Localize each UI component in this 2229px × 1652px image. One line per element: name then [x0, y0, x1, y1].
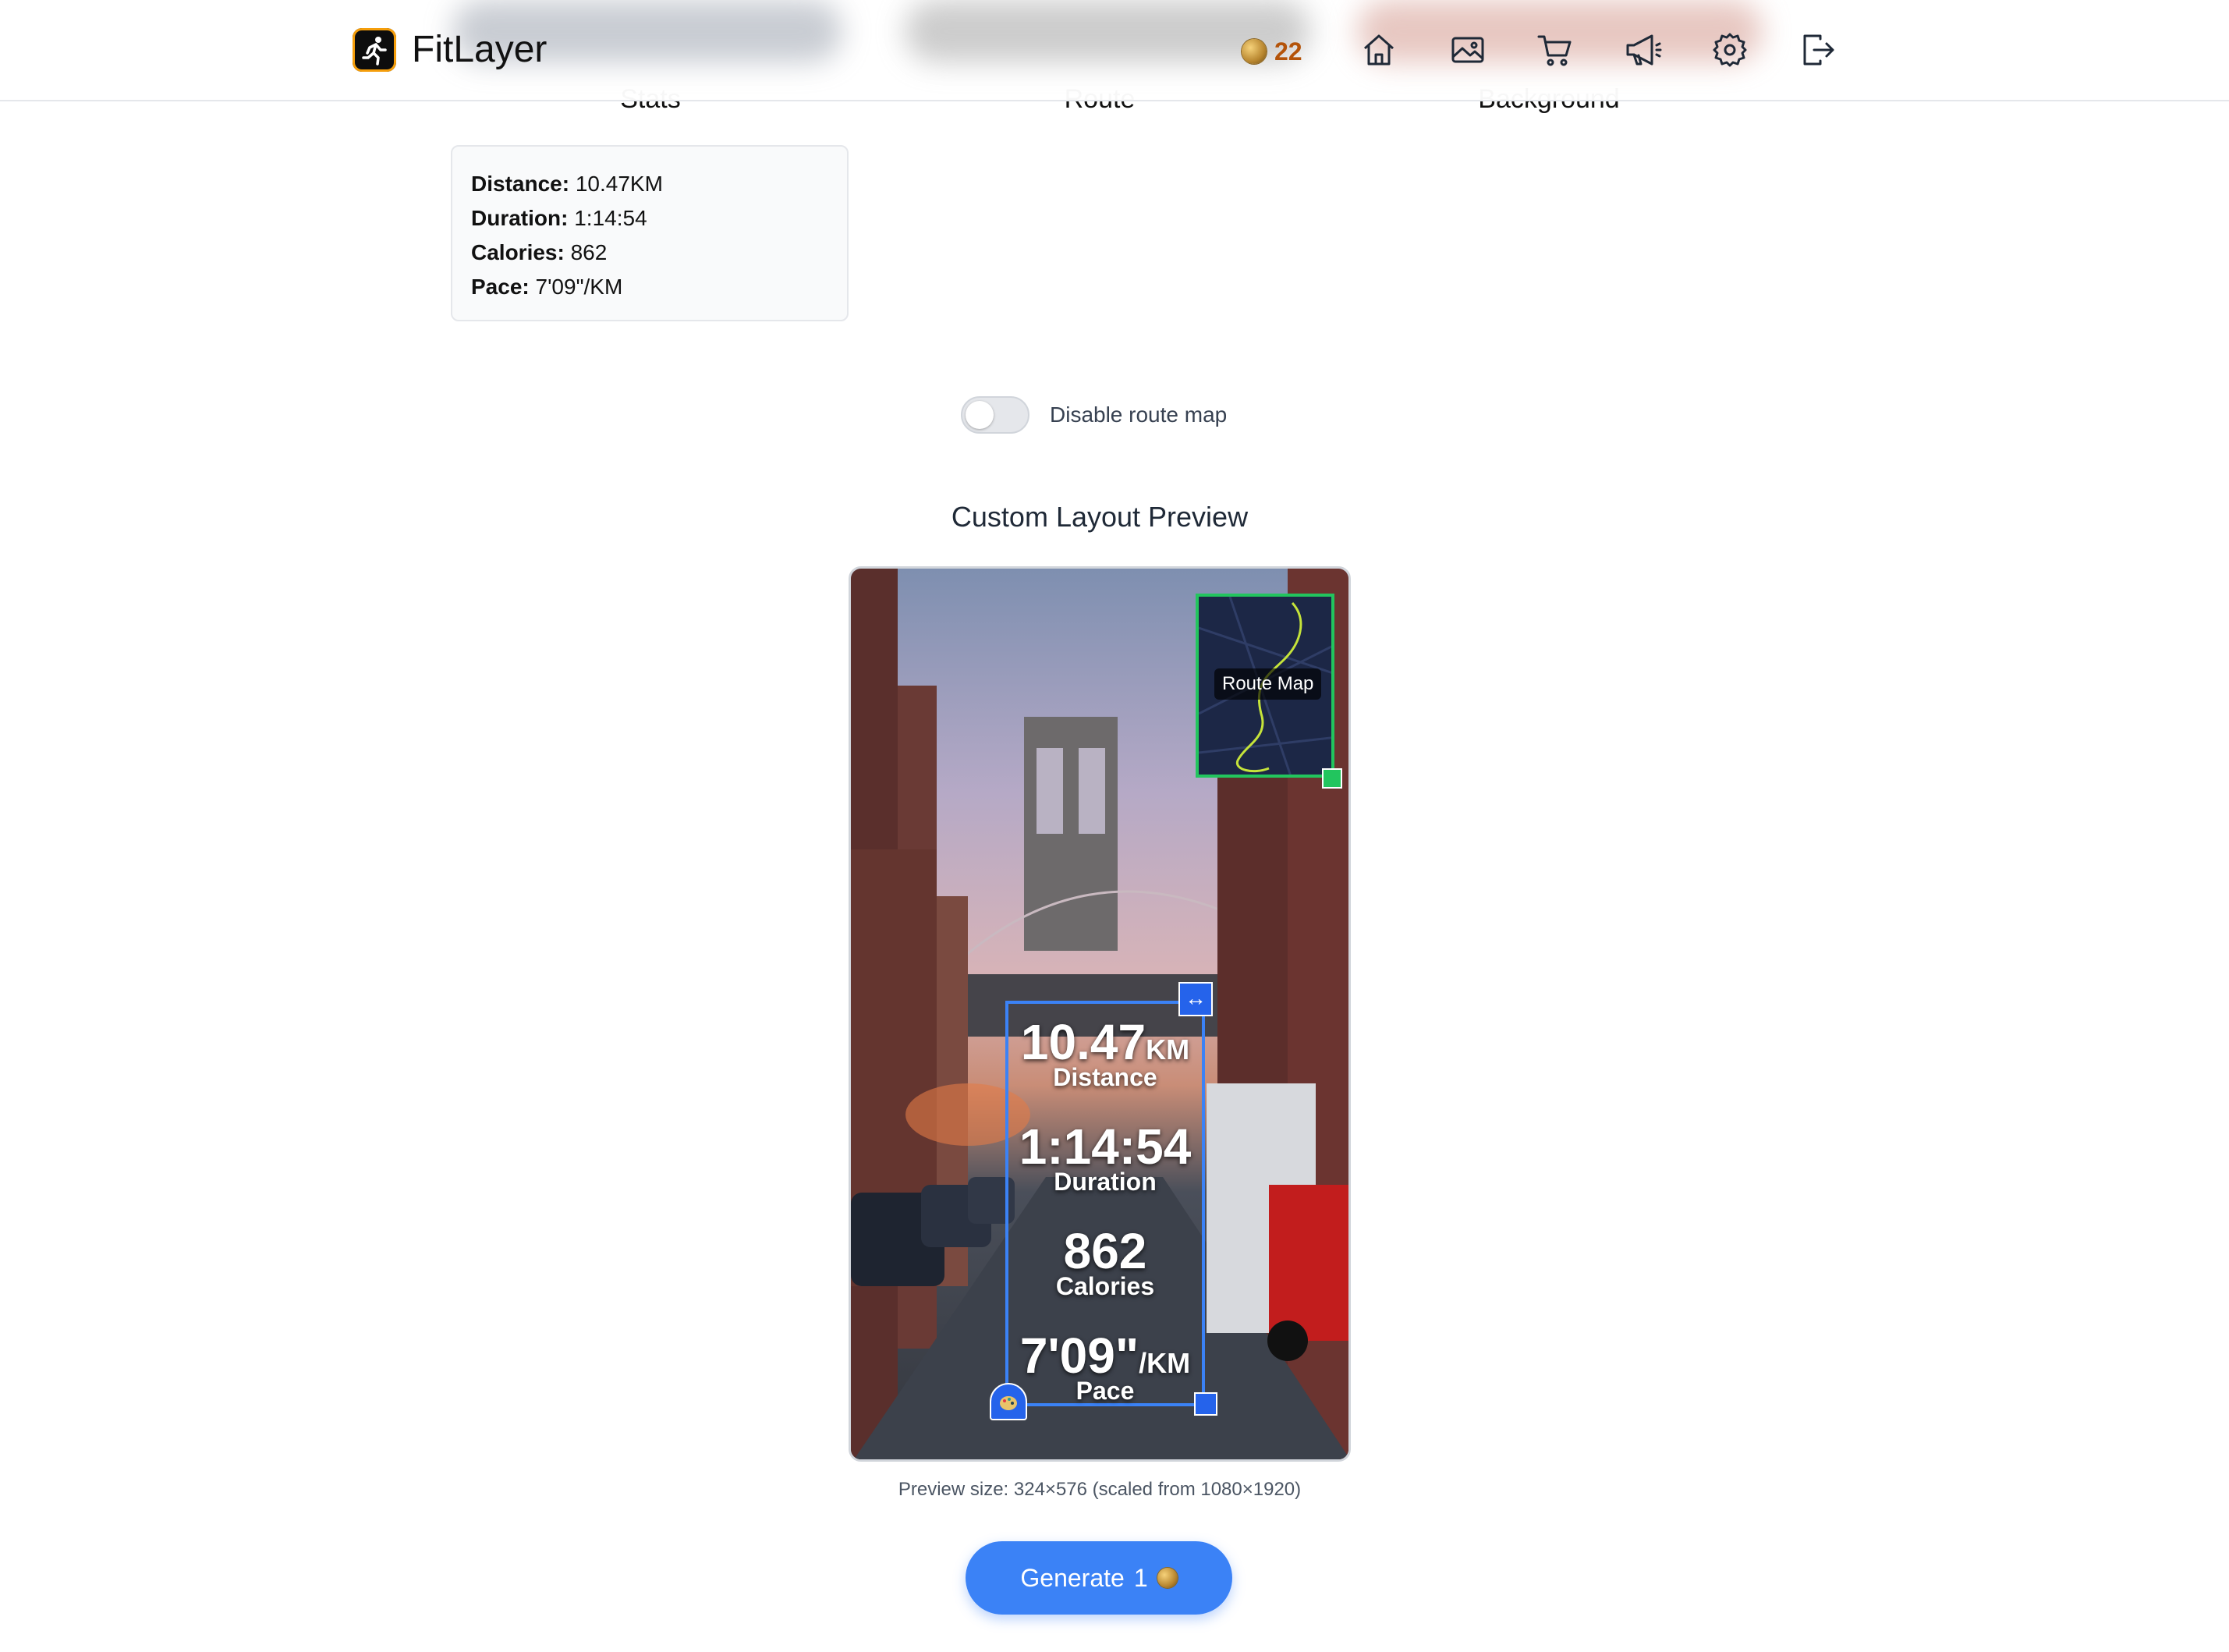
generate-button[interactable]: Generate 1 [966, 1541, 1232, 1615]
coin-balance[interactable]: 22 [1242, 36, 1302, 67]
overlay-calories-label: Calories [1055, 1272, 1155, 1300]
move-handle-icon[interactable]: ↔ [1178, 982, 1213, 1016]
stats-summary-card: Distance: 10.47KM Duration: 1:14:54 Calo… [451, 145, 849, 321]
top-nav-bar: FitLayer 22 [0, 0, 2229, 101]
preview-size-note: Preview size: 324×576 (scaled from 1080×… [898, 1479, 1302, 1500]
stat-distance: Distance: 10.47KM [471, 172, 663, 196]
coin-icon [1157, 1568, 1178, 1588]
preview-title: Custom Layout Preview [951, 501, 1249, 533]
stat-pace: Pace: 7'09"/KM [471, 275, 623, 299]
stats-overlay-resize-handle[interactable] [1194, 1392, 1217, 1416]
route-map-resize-handle[interactable] [1322, 768, 1342, 789]
route-map-label: Route Map [1214, 668, 1322, 700]
app-name[interactable]: FitLayer [412, 28, 547, 72]
coin-count: 22 [1274, 37, 1302, 66]
cart-icon[interactable] [1535, 30, 1575, 70]
overlay-distance-label: Distance [1053, 1063, 1157, 1091]
toggle-knob [966, 401, 994, 429]
disable-route-map-toggle[interactable] [961, 396, 1029, 434]
megaphone-icon[interactable] [1622, 30, 1663, 70]
disable-route-map-label[interactable]: Disable route map [1050, 402, 1227, 427]
stat-calories: Calories: 862 [471, 240, 608, 264]
generate-cost: 1 [1133, 1563, 1148, 1592]
app-logo-icon[interactable] [353, 28, 396, 72]
layout-preview-canvas[interactable]: Route Map ↔ 10.47KM Distance 1:14:54 Dur… [849, 566, 1351, 1462]
generate-label: Generate [1020, 1563, 1125, 1592]
overlay-calories-value: 862 [1063, 1223, 1147, 1279]
settings-icon[interactable] [1710, 30, 1750, 70]
coin-icon [1242, 39, 1267, 64]
overlay-duration-label: Duration [1054, 1168, 1157, 1196]
gallery-icon[interactable] [1448, 30, 1488, 70]
route-map-overlay[interactable]: Route Map [1196, 594, 1334, 778]
home-icon[interactable] [1359, 30, 1399, 70]
logout-icon[interactable] [1797, 30, 1837, 70]
stat-duration: Duration: 1:14:54 [471, 206, 647, 230]
palette-icon[interactable] [990, 1383, 1027, 1420]
overlay-duration-value: 1:14:54 [1019, 1118, 1192, 1175]
